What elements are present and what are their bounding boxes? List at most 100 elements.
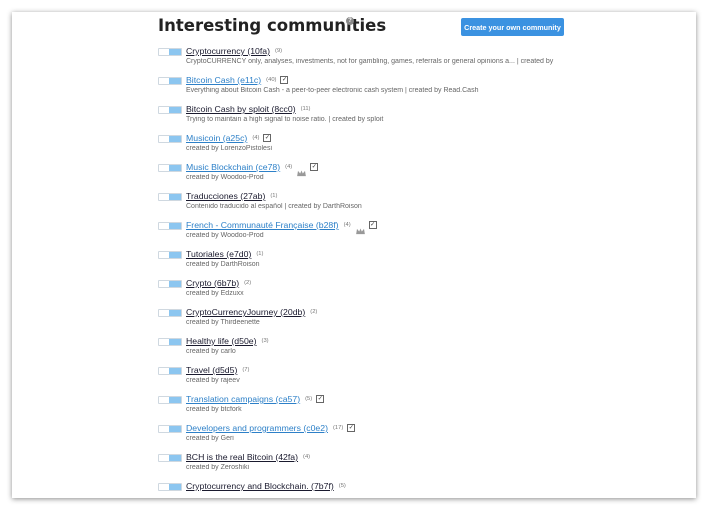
help-icon[interactable]: ? <box>346 17 354 25</box>
community-header: Music Blockchain (ce78) (4) ✓ <box>186 161 319 176</box>
toggle-knob <box>169 368 181 374</box>
toggle-knob <box>169 426 181 432</box>
subscribe-toggle[interactable] <box>158 425 182 433</box>
community-link[interactable]: Travel (d5d5) <box>186 365 237 375</box>
list-item: Music Blockchain (ce78) (4) ✓ created by Wo… <box>158 161 696 190</box>
list-item: Bitcoin Cash by sploit (8cc0) (11) Trying … <box>158 103 696 132</box>
toggle-knob <box>169 165 181 171</box>
list-item: French - Communauté Française (b28f) (4) ✓… <box>158 219 696 248</box>
list-item: Musicoin (a25c) (4) ✓ created by LorenzoPis… <box>158 132 696 161</box>
community-link[interactable]: Developers and programmers (c0e2) <box>186 423 328 433</box>
community-link[interactable]: Translation campaigns (ca57) <box>186 394 300 404</box>
list-item: Healthy life (d50e) (3) created by carlo <box>158 335 696 364</box>
subscribe-toggle[interactable] <box>158 164 182 172</box>
list-item: Developers and programmers (c0e2) (17) ✓ cr… <box>158 422 696 451</box>
toggle-knob <box>169 397 181 403</box>
community-header: Healthy life (d50e) (3) <box>186 335 269 347</box>
community-description: created by Woodoo-Prod <box>186 232 264 239</box>
community-list: Cryptocurrency (10fa) (9) CryptoCURRENCY o… <box>158 45 696 498</box>
member-count: (7) <box>242 367 250 373</box>
subscribe-toggle[interactable] <box>158 454 182 462</box>
crown-icon <box>355 222 365 234</box>
list-item: Traducciones (27ab) (1) Contenido traducid… <box>158 190 696 219</box>
community-link[interactable]: Crypto (6b7b) <box>186 278 239 288</box>
subscribe-toggle[interactable] <box>158 483 182 491</box>
subscribe-toggle[interactable] <box>158 396 182 404</box>
community-link[interactable]: Cryptocurrency (10fa) <box>186 46 270 56</box>
checkbox-icon[interactable]: ✓ <box>368 221 377 229</box>
community-header: Bitcoin Cash (e11c) (40) ✓ <box>186 74 289 86</box>
checkbox-icon[interactable]: ✓ <box>316 395 325 403</box>
member-count: (40) <box>266 77 277 83</box>
subscribe-toggle[interactable] <box>158 280 182 288</box>
community-link[interactable]: Bitcoin Cash by sploit (8cc0) <box>186 104 296 114</box>
subscribe-toggle[interactable] <box>158 309 182 317</box>
list-item: Cryptocurrency and Blockchain. (7b7f) (5) <box>158 480 696 498</box>
community-link[interactable]: Tutoriales (e7d0) <box>186 249 251 259</box>
member-count: (5) <box>338 483 346 489</box>
crown-icon <box>297 164 307 176</box>
community-header: Cryptocurrency and Blockchain. (7b7f) (5) <box>186 480 346 492</box>
subscribe-toggle[interactable] <box>158 193 182 201</box>
community-description: created by btcfork <box>186 406 242 413</box>
list-item: Translation campaigns (ca57) (5) ✓ created … <box>158 393 696 422</box>
community-header: Cryptocurrency (10fa) (9) <box>186 45 282 57</box>
community-description: created by Edzuxx <box>186 290 244 297</box>
toggle-knob <box>169 281 181 287</box>
community-link[interactable]: Bitcoin Cash (e11c) <box>186 75 261 85</box>
community-description: CryptoCURRENCY only, analyses, investmen… <box>186 58 554 65</box>
community-description: Trying to maintain a high signal to nois… <box>186 116 384 123</box>
list-item: Tutoriales (e7d0) (1) created by DarthRois… <box>158 248 696 277</box>
community-header: Bitcoin Cash by sploit (8cc0) (11) <box>186 103 311 115</box>
community-link[interactable]: Cryptocurrency and Blockchain. (7b7f) <box>186 481 334 491</box>
toggle-knob <box>169 455 181 461</box>
list-item: Cryptocurrency (10fa) (9) CryptoCURRENCY o… <box>158 45 696 74</box>
community-description: created by Geri <box>186 435 234 442</box>
toggle-knob <box>169 78 181 84</box>
community-description: created by DarthRoison <box>186 261 260 268</box>
community-header: French - Communauté Française (b28f) (4) ✓ <box>186 219 377 234</box>
community-link[interactable]: BCH is the real Bitcoin (42fa) <box>186 452 298 462</box>
toggle-knob <box>169 107 181 113</box>
checkbox-icon[interactable]: ✓ <box>310 163 319 171</box>
community-header: Translation campaigns (ca57) (5) ✓ <box>186 393 325 405</box>
community-header: Tutoriales (e7d0) (1) <box>186 248 263 260</box>
member-count: (1) <box>256 251 264 257</box>
member-count: (3) <box>261 338 269 344</box>
subscribe-toggle[interactable] <box>158 135 182 143</box>
checkbox-icon[interactable]: ✓ <box>280 76 289 84</box>
subscribe-toggle[interactable] <box>158 77 182 85</box>
subscribe-toggle[interactable] <box>158 367 182 375</box>
community-link[interactable]: Music Blockchain (ce78) <box>186 162 280 172</box>
community-description: Contenido traducido al español | created… <box>186 203 362 210</box>
toggle-knob <box>169 484 181 490</box>
community-description: created by rajeev <box>186 377 240 384</box>
communities-panel: Interesting communities ? Create your ow… <box>12 12 696 498</box>
create-community-button[interactable]: Create your own community <box>461 18 564 36</box>
subscribe-toggle[interactable] <box>158 106 182 114</box>
member-count: (17) <box>332 425 344 431</box>
community-header: BCH is the real Bitcoin (42fa) (4) <box>186 451 310 463</box>
checkbox-icon[interactable]: ✓ <box>263 134 272 142</box>
community-description: Everything about Bitcoin Cash - a peer-t… <box>186 87 479 94</box>
community-link[interactable]: Healthy life (d50e) <box>186 336 257 346</box>
community-link[interactable]: Traducciones (27ab) <box>186 191 265 201</box>
community-link[interactable]: French - Communauté Française (b28f) <box>186 220 339 230</box>
subscribe-toggle[interactable] <box>158 48 182 56</box>
subscribe-toggle[interactable] <box>158 338 182 346</box>
community-description: created by carlo <box>186 348 236 355</box>
member-count: (11) <box>300 106 311 112</box>
community-link[interactable]: Musicoin (a25c) <box>186 133 247 143</box>
checkbox-icon[interactable]: ✓ <box>347 424 356 432</box>
member-count: (2) <box>244 280 252 286</box>
community-header: Traducciones (27ab) (1) <box>186 190 277 202</box>
list-item: CryptoCurrencyJourney (20db) (2) created b… <box>158 306 696 335</box>
toggle-knob <box>169 223 181 229</box>
community-description: created by LorenzoPistolesi <box>186 145 272 152</box>
member-count: (4) <box>285 164 293 170</box>
community-link[interactable]: CryptoCurrencyJourney (20db) <box>186 307 305 317</box>
subscribe-toggle[interactable] <box>158 222 182 230</box>
member-count: (4) <box>343 222 351 228</box>
subscribe-toggle[interactable] <box>158 251 182 259</box>
member-count: (9) <box>275 48 283 54</box>
